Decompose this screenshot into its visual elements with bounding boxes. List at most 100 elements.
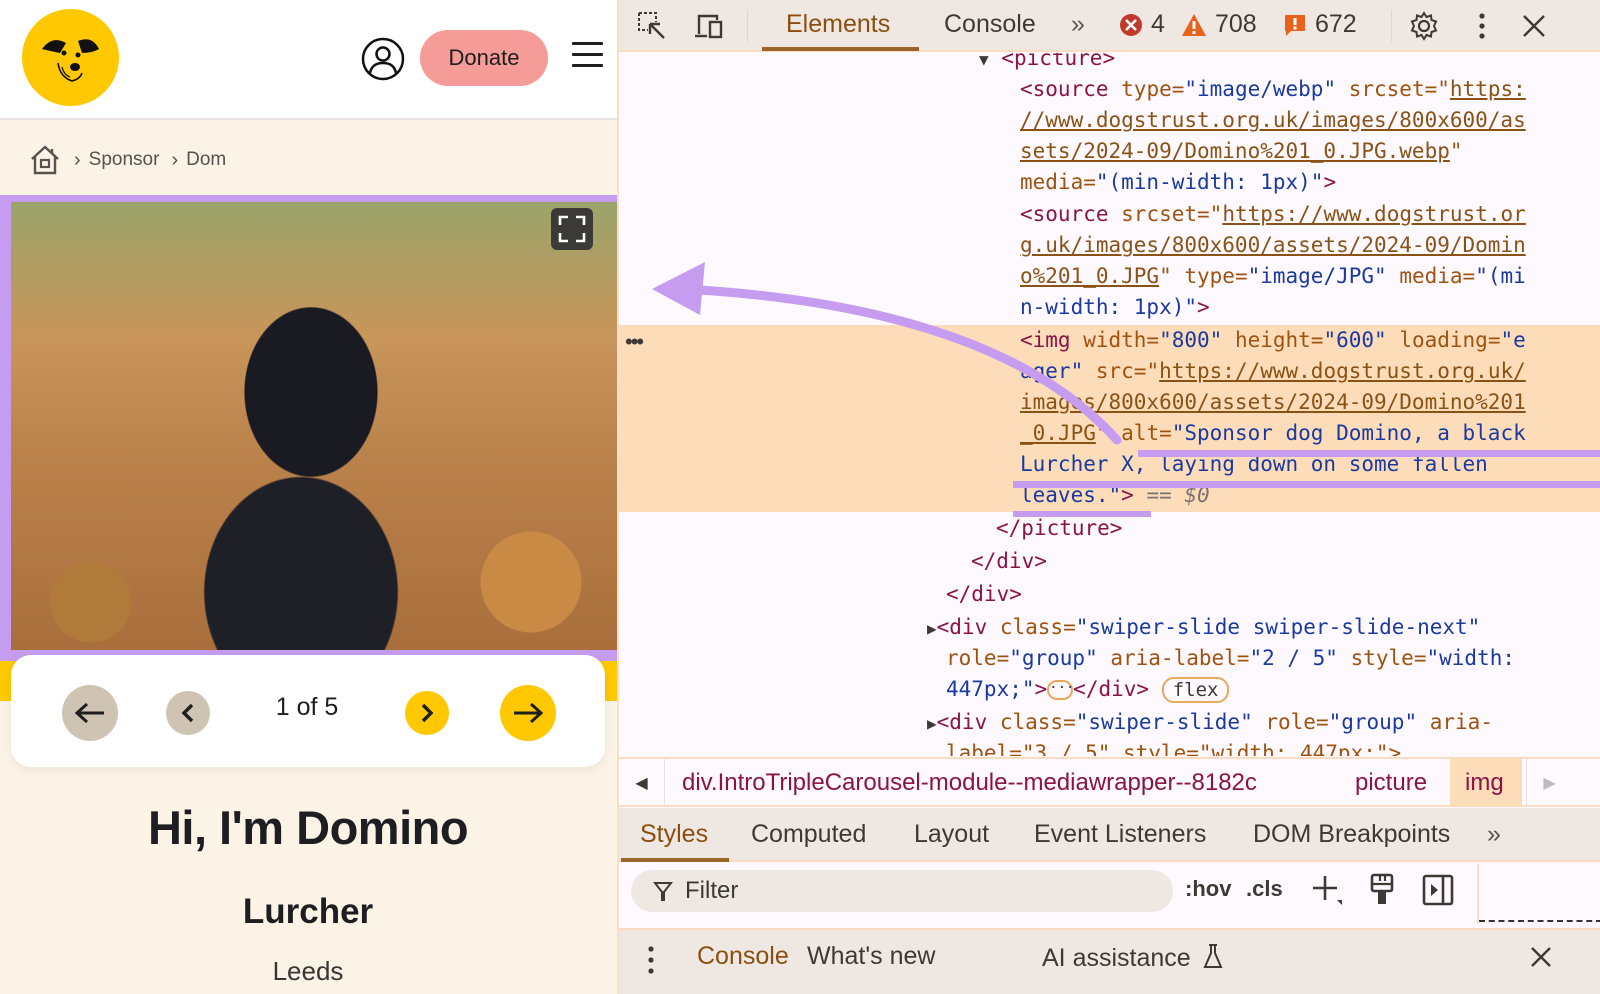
dom-node-close-div[interactable]: </div>: [946, 579, 1022, 610]
tab-styles[interactable]: Styles: [640, 820, 708, 849]
source-jpg-link[interactable]: o%201_0.JPG: [1020, 264, 1159, 288]
issues-count: 672: [1315, 10, 1357, 38]
breadcrumb-sponsor[interactable]: Sponsor: [89, 149, 160, 171]
error-count-badge[interactable]: 4: [1119, 10, 1165, 39]
next-slide-button[interactable]: [405, 691, 449, 735]
dom-node-img-selected[interactable]: <img width="800" height="600" loading="e: [1020, 325, 1526, 356]
last-slide-button[interactable]: [500, 685, 556, 741]
fullscreen-icon: [558, 215, 586, 243]
more-tabs-icon[interactable]: »: [1487, 820, 1501, 849]
donate-button[interactable]: Donate: [420, 30, 548, 86]
account-icon: [361, 37, 405, 81]
crumb-picture[interactable]: picture: [1355, 769, 1427, 797]
warning-icon: [1182, 13, 1206, 36]
active-subtab-indicator: [621, 858, 729, 862]
img-src-link[interactable]: images/800x600/assets/2024-09/Domino%201: [1020, 390, 1526, 414]
toggle-sidebar-icon[interactable]: [1421, 872, 1455, 908]
styles-filter-input[interactable]: Filter: [631, 870, 1173, 912]
img-src-link[interactable]: https://www.dogstrust.org.uk/: [1159, 359, 1526, 383]
dom-node-source-webp-cont: sets/2024-09/Domino%201_0.JPG.webp": [1020, 139, 1463, 163]
close-drawer-icon[interactable]: [1528, 944, 1554, 970]
crumb-mediawrapper[interactable]: div.IntroTripleCarousel-module--mediawra…: [682, 769, 1257, 797]
source-jpg-link[interactable]: https://www.dogstrust.or: [1222, 202, 1525, 226]
hamburger-menu-button[interactable]: [572, 42, 606, 70]
expand-triangle-icon[interactable]: ▶: [927, 714, 937, 733]
inspect-element-icon[interactable]: [636, 10, 668, 42]
toolbar-divider: [1391, 10, 1392, 42]
breadcrumb: › Sponsor › Dom: [28, 140, 226, 180]
dom-node-swiper-slide-2-cont: role="group" aria-label="2 / 5" style="w…: [946, 646, 1515, 670]
expand-triangle-icon[interactable]: ▼: [979, 53, 989, 69]
arrow-right-icon: [514, 702, 544, 724]
drawer-tab-whats-new[interactable]: What's new: [807, 942, 935, 971]
error-icon: [1120, 13, 1142, 36]
flask-icon: [1203, 944, 1223, 968]
dom-node-picture[interactable]: ▼ <picture>: [979, 53, 1115, 74]
drawer-menu-icon[interactable]: [643, 944, 659, 976]
dogs-trust-logo[interactable]: [22, 9, 119, 106]
more-vertical-icon[interactable]: [1466, 10, 1498, 42]
selected-node-ref: == $0: [1133, 483, 1210, 507]
site-header: Donate: [0, 0, 628, 120]
dom-node-source-jpg-cont: o%201_0.JPG" type="image/JPG" media="(mi: [1020, 264, 1526, 288]
dog-photo[interactable]: [11, 202, 619, 650]
tab-console[interactable]: Console: [944, 10, 1036, 39]
dom-node-swiper-slide-2[interactable]: ▶<div class="swiper-slide swiper-slide-n…: [927, 612, 1480, 643]
slide-counter: 1 of 5: [275, 693, 339, 721]
dom-node-swiper-slide-3[interactable]: ▶<div class="swiper-slide" role="group" …: [927, 707, 1493, 738]
issues-count-badge[interactable]: 672: [1283, 10, 1357, 39]
dom-node-close-picture[interactable]: </picture>: [996, 513, 1122, 544]
menu-bar: [572, 42, 603, 45]
dom-node-close-div[interactable]: </div>: [971, 546, 1047, 577]
first-slide-button[interactable]: [62, 685, 118, 741]
expand-triangle-icon[interactable]: ▶: [927, 619, 937, 638]
warning-count-badge[interactable]: 708: [1181, 10, 1257, 39]
previous-slide-button[interactable]: [166, 691, 210, 735]
gear-icon[interactable]: [1408, 10, 1440, 42]
carousel-controls: 1 of 5: [11, 655, 605, 767]
dom-node-img-cont: Lurcher X, laying down on some fallen: [1020, 449, 1488, 480]
filter-icon: [653, 882, 673, 901]
source-jpg-link[interactable]: g.uk/images/800x600/assets/2024-09/Domin: [1020, 233, 1526, 257]
new-style-rule-icon[interactable]: [1309, 872, 1345, 908]
tab-event-listeners[interactable]: Event Listeners: [1034, 820, 1206, 849]
tab-computed[interactable]: Computed: [751, 820, 866, 849]
dog-name-heading: Hi, I'm Domino: [147, 801, 469, 854]
source-webp-link[interactable]: sets/2024-09/Domino%201_0.JPG.webp: [1020, 139, 1450, 163]
node-actions-ellipsis[interactable]: •••: [625, 329, 644, 355]
home-icon[interactable]: [28, 143, 62, 177]
img-src-link[interactable]: _0.JPG: [1020, 421, 1096, 445]
more-tabs-icon[interactable]: »: [1071, 10, 1085, 39]
chevron-right-icon: ›: [171, 148, 179, 171]
dom-node-source-jpg-cont: n-width: 1px)">: [1020, 295, 1210, 319]
drawer-tab-ai-assistance[interactable]: AI assistance: [1042, 942, 1224, 973]
class-toggle[interactable]: .cls: [1246, 876, 1283, 902]
dom-node-img-cont: ager" src="https://www.dogstrust.org.uk/: [1020, 359, 1526, 383]
drawer-tab-console[interactable]: Console: [697, 942, 789, 971]
fullscreen-button[interactable]: [551, 208, 593, 250]
dom-node-img-cont: _0.JPG" alt="Sponsor dog Domino, a black: [1020, 421, 1526, 445]
dog-face-logo-icon: [42, 39, 99, 82]
close-icon[interactable]: [1518, 10, 1550, 42]
img-alt-text: Lurcher X, laying down on some fallen: [1020, 452, 1488, 476]
source-webp-link[interactable]: https:: [1450, 77, 1526, 101]
sidebar-tabs: Styles Computed Layout Event Listeners D…: [619, 808, 1600, 862]
dom-node-source-jpg-cont: g.uk/images/800x600/assets/2024-09/Domin: [1020, 230, 1526, 261]
dom-node-source-webp-cont: //www.dogstrust.org.uk/images/800x600/as: [1020, 105, 1526, 136]
dog-photo-wrapper: [0, 195, 628, 661]
breadcrumb-scroll-left-icon[interactable]: ◀: [619, 759, 665, 807]
crumb-img[interactable]: img: [1465, 769, 1504, 797]
source-webp-link[interactable]: //www.dogstrust.org.uk/images/800x600/as: [1020, 108, 1526, 132]
device-toolbar-icon[interactable]: [693, 10, 725, 42]
tab-dom-breakpoints[interactable]: DOM Breakpoints: [1253, 820, 1450, 849]
flex-badge[interactable]: flex: [1161, 677, 1230, 703]
breadcrumb-scroll-right-icon[interactable]: ▶: [1526, 759, 1572, 807]
dom-node-source-jpg[interactable]: <source srcset="https://www.dogstrust.or: [1020, 199, 1526, 230]
paint-brush-icon[interactable]: [1367, 872, 1397, 908]
tab-elements[interactable]: Elements: [786, 10, 890, 39]
hover-state-toggle[interactable]: :hov: [1185, 876, 1231, 902]
account-button[interactable]: [360, 36, 406, 82]
collapsed-children-button[interactable]: ···: [1047, 680, 1074, 700]
dom-node-source-webp[interactable]: <source type="image/webp" srcset="https:: [1020, 74, 1526, 105]
tab-layout[interactable]: Layout: [914, 820, 989, 849]
